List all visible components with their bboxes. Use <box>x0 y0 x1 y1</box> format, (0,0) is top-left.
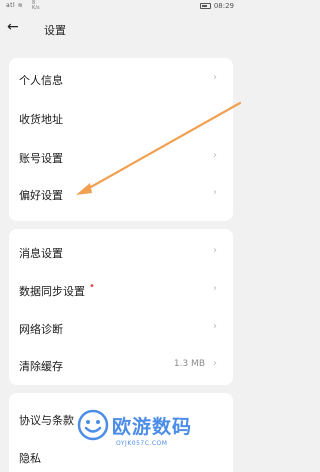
status-right: 08:29 <box>199 2 234 10</box>
network-speed: 8 K/s <box>32 0 40 11</box>
settings-item-network-diagnosis[interactable]: 网络诊断 › <box>9 310 233 346</box>
signal-indicator: atl ≋ <box>6 2 24 9</box>
chevron-right-icon: › <box>213 321 217 332</box>
watermark: 欧游数码 OYJK057C.COM <box>76 400 242 468</box>
settings-item-label: 收货地址 <box>19 113 63 126</box>
chevron-right-icon: › <box>213 187 217 198</box>
settings-item-label: 账号设置 <box>19 152 63 165</box>
settings-item-label: 个人信息 <box>19 74 63 87</box>
watermark-title: 欧游数码 <box>112 416 193 438</box>
chevron-right-icon: › <box>213 358 217 369</box>
status-bar: atl ≋ 8 K/s 08:29 <box>0 0 242 12</box>
page-title: 设置 <box>44 24 66 37</box>
settings-item-message-settings[interactable]: 消息设置 › <box>9 234 233 270</box>
clock: 08:29 <box>213 2 234 10</box>
arrow-left-icon[interactable]: ← <box>7 19 19 35</box>
chevron-right-icon: › <box>213 283 217 294</box>
settings-item-personal-info[interactable]: 个人信息 › <box>9 61 233 97</box>
settings-item-shipping-address[interactable]: 收货地址 <box>9 100 233 136</box>
settings-item-data-sync[interactable]: 数据同步设置 • › <box>9 272 233 308</box>
app-header: ← 设置 <box>0 14 242 44</box>
chevron-right-icon: › <box>213 245 217 256</box>
settings-item-preferences[interactable]: 偏好设置 › <box>9 176 233 212</box>
settings-item-label: 偏好设置 <box>19 189 63 202</box>
settings-item-label: 消息设置 <box>19 247 63 260</box>
settings-group-2: 消息设置 › 数据同步设置 • › 网络诊断 › 清除缓存 1.3 MB › <box>9 229 233 385</box>
chevron-right-icon: › <box>213 150 217 161</box>
smiley-logo-icon <box>77 409 109 441</box>
watermark-subtitle: OYJK057C.COM <box>116 440 168 447</box>
settings-item-account-settings[interactable]: 账号设置 › <box>9 139 233 175</box>
settings-item-label: 隐私 <box>19 452 41 465</box>
settings-group-1: 个人信息 › 收货地址 账号设置 › 偏好设置 › <box>9 58 233 221</box>
settings-item-label: 清除缓存 <box>19 360 63 373</box>
battery-icon <box>199 3 211 9</box>
red-dot-badge: • <box>89 281 95 292</box>
settings-item-label: 网络诊断 <box>19 323 63 336</box>
cache-size: 1.3 MB <box>173 359 205 369</box>
chevron-right-icon: › <box>213 72 217 83</box>
settings-item-label: 数据同步设置 <box>19 285 85 298</box>
settings-item-label: 协议与条款 <box>19 414 74 427</box>
settings-item-clear-cache[interactable]: 清除缓存 1.3 MB › <box>9 347 233 383</box>
